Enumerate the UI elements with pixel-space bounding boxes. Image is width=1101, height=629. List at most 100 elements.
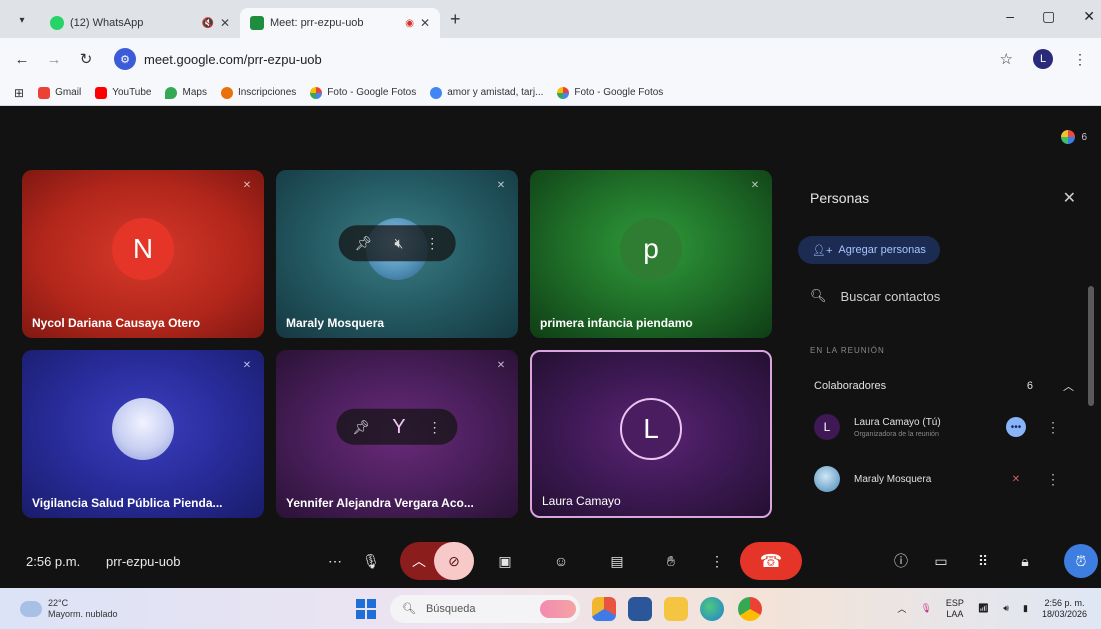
camera-off-button[interactable]: ⊘ xyxy=(434,542,474,580)
mic-muted-icon: ✕ xyxy=(496,359,506,371)
google-photos-icon xyxy=(557,86,570,99)
bookmark-gmail[interactable]: Gmail xyxy=(38,86,81,99)
bookmark-label: YouTube xyxy=(112,87,152,98)
participant-name: Laura Camayo xyxy=(542,494,621,508)
search-highlight-icon[interactable] xyxy=(540,599,576,618)
close-window-button[interactable]: ✕ xyxy=(1083,8,1095,25)
search-icon: 🔍︎ xyxy=(402,603,416,615)
chrome-icon[interactable] xyxy=(738,596,762,621)
collaborators-group[interactable]: Colaboradores 6 ︿ xyxy=(814,378,1074,394)
new-tab-button[interactable]: + xyxy=(450,9,461,30)
close-tab-icon[interactable]: ✕ xyxy=(220,16,230,30)
participant-tile[interactable]: ✕ 📌︎ 🔇︎ ⋮ Maraly Mosquera xyxy=(276,170,518,338)
activities-icon[interactable]: ⠿ xyxy=(966,544,1000,578)
weather-condition: Mayorm. nublado xyxy=(48,608,118,619)
close-panel-icon[interactable]: ✕ xyxy=(1063,188,1076,208)
maps-pin-icon xyxy=(165,86,178,99)
mic-off-icon[interactable]: ✕ xyxy=(1006,469,1026,489)
avatar: L xyxy=(814,414,840,440)
show-hidden-icons[interactable]: ︿ xyxy=(897,602,906,615)
emoji-icon[interactable]: ☺ xyxy=(544,544,578,578)
url-field[interactable]: ⚙ meet.google.com/prr-ezpu-uob xyxy=(110,44,984,74)
maximize-button[interactable]: ▢ xyxy=(1042,8,1055,25)
windows-taskbar: 22°C Mayorm. nublado 🔍︎ Búsqueda ︿ 🎙︎ ES… xyxy=(0,588,1101,629)
chevron-up-icon[interactable]: ︿ xyxy=(1063,378,1074,394)
pin-icon[interactable]: 📌︎ xyxy=(352,418,370,435)
mic-muted-icon: ✕ xyxy=(750,179,760,191)
host-controls-icon[interactable]: 🔒︎ xyxy=(1008,544,1042,578)
chevron-up-icon[interactable]: ︿ xyxy=(402,544,436,578)
whatsapp-icon xyxy=(50,16,64,30)
leave-call-button[interactable]: ☎︎ xyxy=(740,542,802,580)
profile-avatar[interactable]: L xyxy=(1033,49,1053,69)
microphone-in-use-icon[interactable]: 🎙︎ xyxy=(920,603,931,614)
tab-search-dropdown[interactable]: ▾ xyxy=(10,8,34,32)
present-screen-icon[interactable]: ▣ xyxy=(488,544,522,578)
more-options-icon[interactable]: ⋮ xyxy=(700,544,734,578)
battery-icon[interactable]: ▮ xyxy=(1023,603,1028,614)
participant-row[interactable]: L Laura Camayo (Tú) Organizadora de la r… xyxy=(814,414,1074,440)
participant-tile[interactable]: ✕ N Nycol Dariana Causaya Otero xyxy=(22,170,264,338)
participant-row[interactable]: Maraly Mosquera ✕ ⋮ xyxy=(814,466,1074,492)
keyboard-layout: LAA xyxy=(946,608,964,619)
participant-tile-self[interactable]: L Laura Camayo xyxy=(530,350,772,518)
panel-scrollbar[interactable] xyxy=(1088,286,1094,406)
participant-tile[interactable]: ✕ 📌︎ Y ⋮ Yennifer Alejandra Vergara Aco.… xyxy=(276,350,518,518)
group-count: 6 xyxy=(1026,380,1033,392)
language-indicator[interactable]: ESP LAA xyxy=(946,598,964,620)
apps-grid-icon[interactable]: ⊞ xyxy=(14,86,24,100)
volume-icon[interactable]: 🔊︎ xyxy=(1003,603,1009,614)
back-button[interactable]: ← xyxy=(14,51,30,68)
participant-name: Vigilancia Salud Pública Pienda... xyxy=(32,496,223,510)
wifi-icon[interactable]: 📶︎ xyxy=(978,603,989,614)
more-options-icon[interactable]: ⋮ xyxy=(428,418,442,435)
reload-button[interactable]: ↻ xyxy=(78,50,94,68)
weather-widget[interactable]: 22°C Mayorm. nublado xyxy=(20,598,118,620)
tile-hover-controls: 📌︎ 🔇︎ ⋮ xyxy=(338,225,456,262)
more-audio-options-icon[interactable]: ⋯ xyxy=(318,544,352,578)
raise-hand-icon[interactable]: ✋︎ xyxy=(654,544,688,578)
more-options-icon[interactable]: ⋮ xyxy=(425,235,439,252)
taskbar-clock[interactable]: 2:56 p. m. 18/03/2026 xyxy=(1042,598,1087,620)
info-icon[interactable]: ⓘ xyxy=(884,544,918,578)
bookmark-google-fotos[interactable]: Foto - Google Fotos xyxy=(310,86,416,99)
panel-title: Personas xyxy=(810,190,870,206)
call-timer-icon[interactable]: ⏰︎ xyxy=(1064,544,1098,578)
bookmark-amor-amistad[interactable]: amor y amistad, tarj... xyxy=(430,86,543,99)
forward-button[interactable]: → xyxy=(46,51,62,68)
search-contacts-input[interactable]: 🔍︎ Buscar contactos xyxy=(810,288,940,304)
microphone-icon[interactable]: 🎙︎ xyxy=(354,544,388,578)
tab-meet[interactable]: Meet: prr-ezpu-uob ◉ ✕ xyxy=(240,8,440,38)
participants-count: 6 xyxy=(1081,131,1087,143)
mute-icon[interactable]: 🔇︎ xyxy=(394,235,403,252)
temperature: 22°C xyxy=(48,597,69,608)
bookmark-youtube[interactable]: YouTube xyxy=(95,86,152,99)
file-explorer-icon[interactable] xyxy=(664,596,688,621)
site-info-icon[interactable]: ⚙ xyxy=(114,48,136,70)
bookmark-google-fotos-2[interactable]: Foto - Google Fotos xyxy=(557,86,663,99)
bookmark-inscripciones[interactable]: Inscripciones xyxy=(220,86,296,99)
copilot-icon[interactable] xyxy=(592,596,616,621)
participant-tile[interactable]: ✕ p primera infancia piendamo xyxy=(530,170,772,338)
participants-indicator[interactable]: 6 xyxy=(1061,130,1087,144)
browser-menu-icon[interactable]: ⋮ xyxy=(1073,51,1087,68)
google-g-icon xyxy=(430,86,443,99)
clock-date: 18/03/2026 xyxy=(1041,608,1087,619)
minimize-button[interactable]: – xyxy=(1006,8,1014,25)
close-tab-icon[interactable]: ✕ xyxy=(420,16,430,30)
muted-icon[interactable]: 🔇 xyxy=(201,18,213,29)
chat-icon[interactable]: ▭ xyxy=(924,544,958,578)
mic-muted-icon: ✕ xyxy=(242,359,252,371)
tab-whatsapp[interactable]: (12) WhatsApp 🔇 ✕ xyxy=(40,8,240,38)
edge-icon[interactable] xyxy=(700,596,724,621)
bookmark-maps[interactable]: Maps xyxy=(165,86,207,99)
start-button[interactable] xyxy=(356,598,376,619)
more-options-icon[interactable]: ⋮ xyxy=(1046,419,1060,436)
pin-icon[interactable]: 📌︎ xyxy=(355,235,373,252)
captions-icon[interactable]: ▤ xyxy=(600,544,634,578)
more-options-icon[interactable]: ⋮ xyxy=(1046,471,1060,488)
word-icon[interactable] xyxy=(628,596,652,621)
bookmark-star-icon[interactable]: ☆ xyxy=(1000,50,1013,68)
participant-tile[interactable]: ✕ Vigilancia Salud Pública Pienda... xyxy=(22,350,264,518)
add-people-button[interactable]: 👤︎+ Agregar personas xyxy=(798,236,940,264)
